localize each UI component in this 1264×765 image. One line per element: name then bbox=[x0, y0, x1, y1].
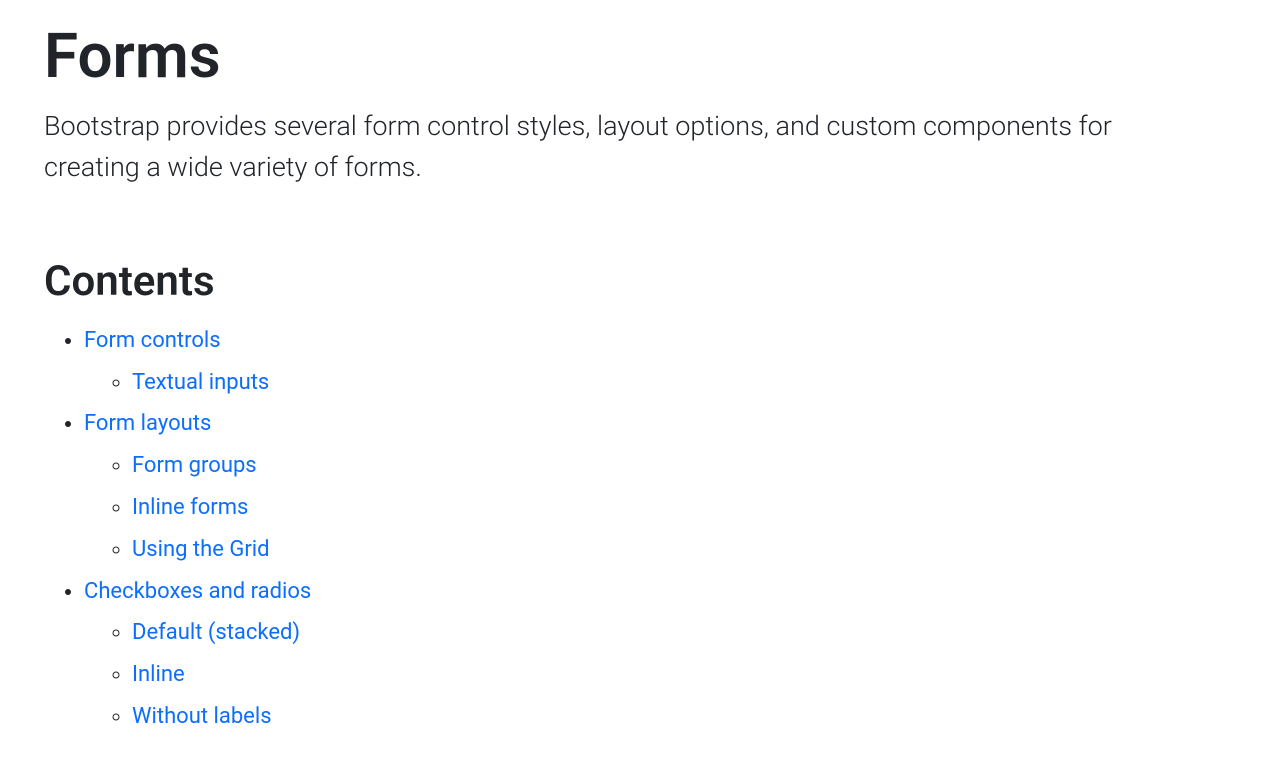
toc-link-checkboxes-and-radios[interactable]: Checkboxes and radios bbox=[84, 579, 311, 604]
toc-link-using-the-grid[interactable]: Using the Grid bbox=[132, 537, 270, 562]
toc-link-form-controls[interactable]: Form controls bbox=[84, 328, 221, 353]
toc-link-textual-inputs[interactable]: Textual inputs bbox=[132, 370, 269, 395]
list-item: Textual inputs bbox=[132, 362, 1220, 404]
list-item: Using the Grid bbox=[132, 529, 1220, 571]
contents-heading: Contents bbox=[44, 257, 1220, 307]
list-item: Form layouts Form groups Inline forms Us… bbox=[84, 403, 1220, 570]
list-item: Checkboxes and radios Default (stacked) … bbox=[84, 571, 1220, 738]
page-lead: Bootstrap provides several form control … bbox=[44, 106, 1184, 187]
toc-link-inline-forms[interactable]: Inline forms bbox=[132, 495, 248, 520]
toc-link-form-layouts[interactable]: Form layouts bbox=[84, 411, 211, 436]
table-of-contents: Form controls Textual inputs Form layout… bbox=[44, 320, 1220, 738]
toc-link-without-labels[interactable]: Without labels bbox=[132, 704, 272, 729]
list-item: Without labels bbox=[132, 696, 1220, 738]
list-item: Form groups bbox=[132, 445, 1220, 487]
list-item: Default (stacked) bbox=[132, 612, 1220, 654]
list-item: Inline forms bbox=[132, 487, 1220, 529]
toc-link-inline[interactable]: Inline bbox=[132, 662, 185, 687]
toc-link-default-stacked[interactable]: Default (stacked) bbox=[132, 620, 300, 645]
list-item: Inline bbox=[132, 654, 1220, 696]
toc-link-form-groups[interactable]: Form groups bbox=[132, 453, 257, 478]
list-item: Form controls Textual inputs bbox=[84, 320, 1220, 404]
page-title: Forms bbox=[44, 20, 1220, 94]
